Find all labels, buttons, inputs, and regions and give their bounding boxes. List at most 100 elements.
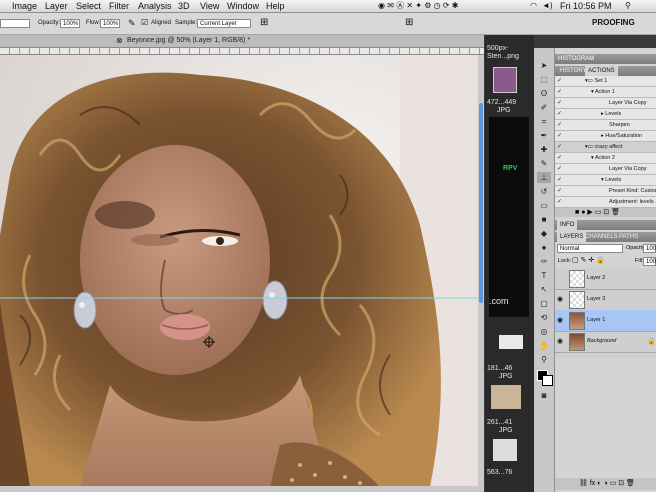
hand-tool-icon[interactable]: ✋ — [537, 340, 551, 351]
action-row[interactable]: Preset Kind: Custom — [555, 186, 656, 197]
opacity-input[interactable]: 100% — [60, 19, 80, 28]
visibility-eye-icon[interactable]: ◉ — [557, 295, 563, 303]
flow-input[interactable]: 100% — [100, 19, 120, 28]
group-icon[interactable]: ▭ — [610, 480, 617, 487]
marquee-tool-icon[interactable]: ⬚ — [537, 74, 551, 85]
delete-layer-icon[interactable]: 🗑 — [626, 480, 635, 487]
document-tab-title[interactable]: Beyonce.jpg @ 50% (Layer 1, RGB/8) * — [127, 35, 250, 47]
new-layer-icon[interactable]: ⊡ — [618, 480, 624, 487]
shape-tool-icon[interactable]: ▢ — [537, 298, 551, 309]
move-tool-icon[interactable]: ➤ — [537, 60, 551, 71]
tab-actions[interactable]: ACTIONS — [585, 66, 618, 76]
sample-select[interactable]: Current Layer — [197, 19, 251, 28]
brush-preset-field[interactable] — [0, 19, 30, 28]
horizontal-scrollbar[interactable] — [0, 486, 484, 492]
mask-icon[interactable]: ◐ — [597, 480, 601, 487]
delete-icon[interactable]: 🗑 — [611, 209, 620, 216]
link-icon[interactable]: ⛓ — [579, 480, 588, 487]
layer-name[interactable]: Layer 2 — [587, 268, 605, 289]
history-brush-tool-icon[interactable]: ↺ — [537, 186, 551, 197]
vertical-scroll-thumb[interactable] — [479, 103, 483, 303]
fill-input[interactable]: 100% — [643, 257, 656, 266]
blend-mode-select[interactable]: Normal — [557, 244, 623, 253]
histogram-tab[interactable]: HISTOGRAM — [555, 56, 594, 62]
volume-icon[interactable]: ◄) — [542, 0, 553, 12]
adjustment-icon[interactable]: ◑ — [603, 480, 607, 487]
menu-help[interactable]: Help — [266, 0, 285, 12]
menu-window[interactable]: Window — [227, 0, 259, 12]
menu-3d[interactable]: 3D — [178, 0, 190, 12]
ignore-adjustment-icon[interactable]: ⊞ — [260, 17, 268, 28]
menu-analysis[interactable]: Analysis — [138, 0, 172, 12]
stop-icon[interactable]: ■ — [575, 209, 579, 216]
action-row[interactable]: ▾ Levels — [555, 175, 656, 186]
record-icon[interactable]: ● — [581, 209, 585, 216]
horizontal-ruler[interactable] — [0, 48, 484, 55]
brush-tool-icon[interactable]: ✎ — [537, 158, 551, 169]
wifi-icon[interactable]: ◠ — [530, 0, 537, 12]
lock-icons[interactable]: ▢ ✎ ✛ 🔒 — [572, 256, 605, 264]
3d-orbit-tool-icon[interactable]: ◎ — [537, 326, 551, 337]
layer-row[interactable]: Layer 2 — [555, 268, 656, 290]
action-row[interactable]: Adjustment: levels ... — [555, 197, 656, 208]
visibility-eye-icon[interactable]: ◉ — [557, 337, 563, 345]
dodge-tool-icon[interactable]: ● — [537, 242, 551, 253]
histogram-panel-header[interactable]: HISTOGRAM — [555, 54, 656, 64]
menu-layer[interactable]: Layer — [45, 0, 68, 12]
healing-tool-icon[interactable]: ✚ — [537, 144, 551, 155]
blur-tool-icon[interactable]: ◆ — [537, 228, 551, 239]
menu-image[interactable]: Image — [12, 0, 37, 12]
layer-row[interactable]: ◉ Layer 3 — [555, 289, 656, 311]
new-action-icon[interactable]: ⊡ — [603, 209, 609, 216]
file-thumbnail[interactable] — [491, 385, 521, 409]
action-row[interactable]: ▾▭ crazy affect — [555, 142, 656, 153]
visibility-eye-icon[interactable]: ◉ — [557, 316, 563, 324]
action-row[interactable]: Layer Via Copy — [555, 98, 656, 109]
path-select-tool-icon[interactable]: ↖ — [537, 284, 551, 295]
background-color-swatch[interactable] — [542, 375, 553, 386]
menu-filter[interactable]: Filter — [109, 0, 129, 12]
pen-tool-icon[interactable]: ✑ — [537, 256, 551, 267]
quick-mask-icon[interactable]: ◙ — [537, 390, 551, 401]
file-thumbnail[interactable] — [489, 117, 529, 317]
tab-info[interactable]: INFO — [557, 220, 578, 230]
action-row[interactable]: ▾ Action 2 — [555, 153, 656, 164]
crop-tool-icon[interactable]: ⌗ — [537, 116, 551, 127]
action-row[interactable]: ▸ Hue/Saturation — [555, 131, 656, 142]
eraser-tool-icon[interactable]: ▭ — [537, 200, 551, 211]
airbrush-icon[interactable]: ✎ — [128, 18, 136, 29]
vertical-scrollbar[interactable] — [478, 55, 484, 487]
close-tab-icon[interactable]: ⊗ — [116, 35, 123, 47]
action-row[interactable]: ▾▭ Set 1 — [555, 76, 656, 87]
file-thumbnail[interactable] — [493, 67, 517, 93]
lasso-tool-icon[interactable]: ʘ — [537, 88, 551, 99]
tab-channels[interactable]: CHANNELS — [582, 232, 621, 242]
spotlight-icon[interactable]: ⚲ — [625, 0, 631, 12]
action-row[interactable]: Sharpen — [555, 120, 656, 131]
gradient-tool-icon[interactable]: ■ — [537, 214, 551, 225]
action-row[interactable]: ▸ Levels — [555, 109, 656, 120]
action-row[interactable]: ▾ Action 1 — [555, 87, 656, 98]
eyedropper-tool-icon[interactable]: ✒ — [537, 130, 551, 141]
type-tool-icon[interactable]: T — [537, 270, 551, 281]
menu-view[interactable]: View — [200, 0, 219, 12]
tab-paths[interactable]: PATHS — [616, 232, 641, 242]
image-canvas[interactable] — [0, 55, 478, 487]
action-row[interactable]: Layer Via Copy — [555, 164, 656, 175]
zoom-tool-icon[interactable]: ⚲ — [537, 354, 551, 365]
play-icon[interactable]: ▶ — [587, 209, 592, 216]
layer-row[interactable]: ◉ Background 🔒 — [555, 331, 656, 353]
layer-opacity-input[interactable]: 100% — [643, 244, 656, 253]
3d-rotate-tool-icon[interactable]: ⟲ — [537, 312, 551, 323]
new-set-icon[interactable]: ▭ — [595, 209, 602, 216]
action-toggle-checks[interactable]: ✓ ✓ ✓ ✓ ✓ ✓ ✓ ✓ ✓ ✓ ✓ ✓ — [557, 76, 567, 208]
clock[interactable]: Fri 10:56 PM — [560, 0, 612, 12]
menu-select[interactable]: Select — [76, 0, 101, 12]
layer-row[interactable]: ◉ Layer 1 — [555, 310, 656, 332]
clone-stamp-tool-icon[interactable]: ⊥ — [537, 172, 551, 183]
clone-source-icon[interactable]: ⊞ — [405, 17, 413, 28]
layer-name[interactable]: Layer 1 — [587, 310, 605, 331]
workspace-switcher[interactable]: PROOFING — [592, 18, 635, 27]
file-thumbnail[interactable] — [493, 439, 517, 461]
aligned-checkbox[interactable]: ☑ — [141, 18, 148, 27]
